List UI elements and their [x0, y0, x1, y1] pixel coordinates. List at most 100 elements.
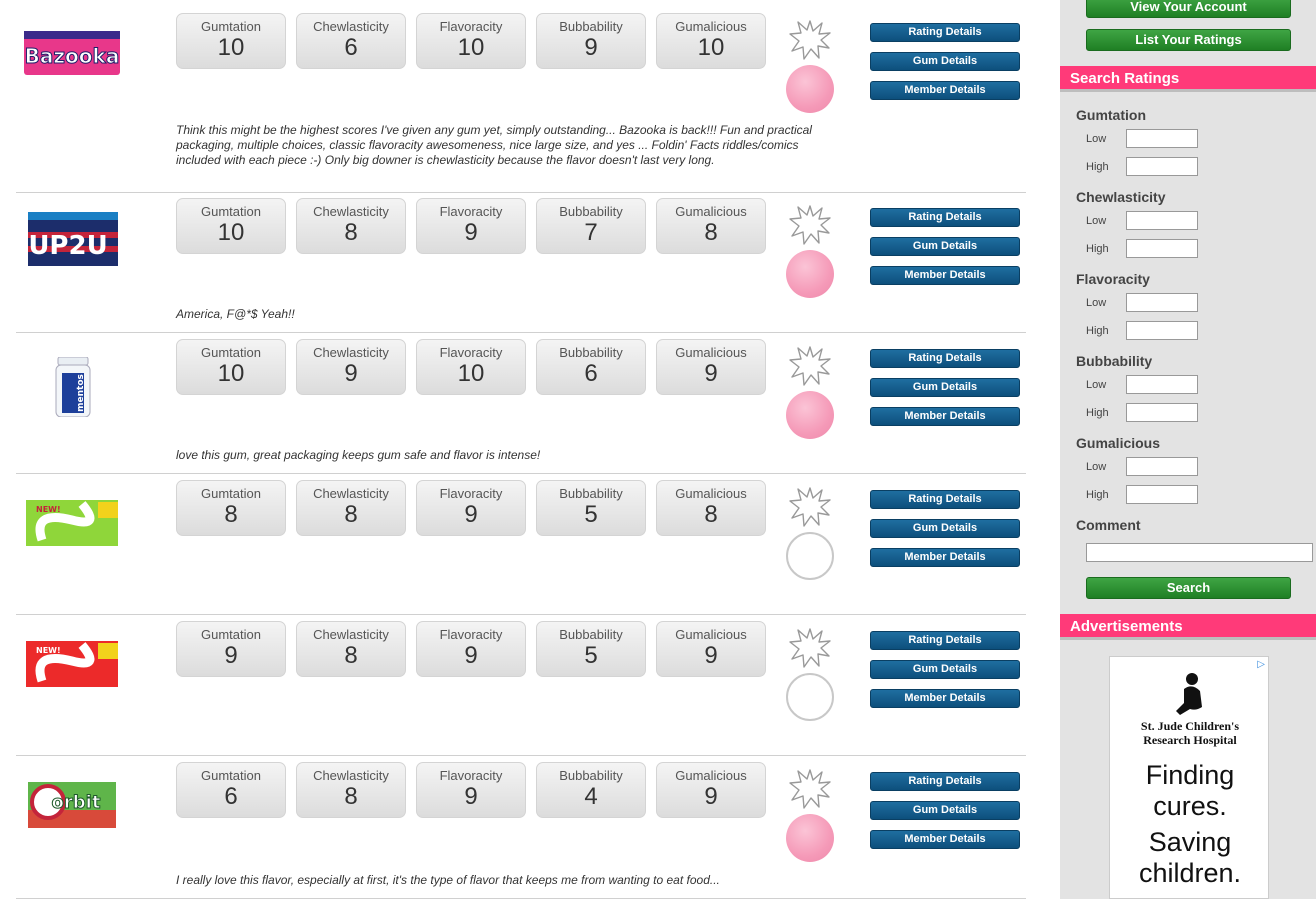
gum-details-button[interactable]: Gum Details — [870, 237, 1020, 256]
criterion-label: Chewlasticity — [1076, 189, 1166, 205]
stride-sour-patch-green-pack-image[interactable]: NEW! — [22, 490, 122, 550]
gumtation-value: 10 — [217, 219, 245, 246]
ad-organization: St. Jude Children's Research Hospital — [1110, 719, 1270, 747]
rating-row: UP2U Gumtation 10 Chewlasticity 8 Flavoracity… — [16, 198, 1026, 333]
gumalicious-score: Gumalicious 9 — [656, 339, 766, 395]
member-details-button[interactable]: Member Details — [870, 81, 1020, 100]
gum-details-button[interactable]: Gum Details — [870, 519, 1020, 538]
flavoracity-label: Flavoracity — [439, 19, 503, 34]
high-input[interactable] — [1126, 157, 1198, 176]
flavoracity-value: 9 — [464, 783, 478, 810]
gum-image[interactable]: mentos — [20, 339, 124, 435]
gum-image[interactable]: orbit — [20, 770, 124, 834]
gumtation-value: 10 — [217, 360, 245, 387]
gum-image[interactable]: NEW! — [20, 629, 124, 693]
flavoracity-label: Flavoracity — [439, 627, 503, 642]
gumtation-score: Gumtation 10 — [176, 13, 286, 69]
chewlasticity-score: Chewlasticity 9 — [296, 339, 406, 395]
gumtation-value: 10 — [217, 34, 245, 61]
low-input[interactable] — [1126, 129, 1198, 148]
advertisement-banner[interactable]: ▷ St. Jude Children's Research Hospital … — [1109, 656, 1269, 899]
bubbability-score: Bubbability 5 — [536, 621, 646, 677]
member-details-button[interactable]: Member Details — [870, 548, 1020, 567]
high-label: High — [1086, 325, 1109, 337]
gumtation-label: Gumtation — [201, 768, 261, 783]
low-input[interactable] — [1126, 211, 1198, 230]
low-input[interactable] — [1126, 293, 1198, 312]
gum-details-button[interactable]: Gum Details — [870, 660, 1020, 679]
flavoracity-value: 9 — [464, 219, 478, 246]
chewlasticity-label: Chewlasticity — [313, 627, 389, 642]
low-input[interactable] — [1126, 375, 1198, 394]
rating-comment: love this gum, great packaging keeps gum… — [176, 448, 541, 462]
bubbability-value: 5 — [584, 642, 598, 669]
bazooka-gum-pack-image[interactable]: Bazooka — [22, 23, 122, 83]
sidebar: View Your Account List Your Ratings Sear… — [1060, 0, 1316, 899]
search-button[interactable]: Search — [1086, 577, 1291, 599]
rating-row: NEW! Gumtation 8 Chewlasticity 8 Flavoracity 9… — [16, 480, 1026, 615]
bubbability-score: Bubbability 7 — [536, 198, 646, 254]
gum-details-button[interactable]: Gum Details — [870, 52, 1020, 71]
chewlasticity-score: Chewlasticity 8 — [296, 480, 406, 536]
low-label: Low — [1086, 379, 1107, 391]
bubble-icon — [786, 814, 834, 862]
comment-label: Comment — [1076, 517, 1141, 533]
high-input[interactable] — [1126, 321, 1198, 340]
gumalicious-score: Gumalicious 8 — [656, 198, 766, 254]
chewlasticity-score: Chewlasticity 8 — [296, 198, 406, 254]
bubbability-value: 7 — [584, 219, 598, 246]
flavoracity-value: 9 — [464, 501, 478, 528]
member-details-button[interactable]: Member Details — [870, 689, 1020, 708]
gumalicious-value: 8 — [704, 219, 718, 246]
gumalicious-label: Gumalicious — [675, 19, 747, 34]
chewlasticity-score: Chewlasticity 8 — [296, 762, 406, 818]
gumtation-label: Gumtation — [201, 627, 261, 642]
ad-choices-icon[interactable]: ▷ — [1257, 659, 1265, 670]
flavoracity-label: Flavoracity — [439, 486, 503, 501]
gumtation-score: Gumtation 10 — [176, 198, 286, 254]
high-input[interactable] — [1126, 485, 1198, 504]
bubbability-score: Bubbability 4 — [536, 762, 646, 818]
chewlasticity-label: Chewlasticity — [313, 486, 389, 501]
rating-details-button[interactable]: Rating Details — [870, 490, 1020, 509]
view-account-button[interactable]: View Your Account — [1086, 0, 1291, 18]
gumtation-label: Gumtation — [201, 345, 261, 360]
high-input[interactable] — [1126, 239, 1198, 258]
high-input[interactable] — [1126, 403, 1198, 422]
gumalicious-score: Gumalicious 9 — [656, 621, 766, 677]
rating-details-button[interactable]: Rating Details — [870, 208, 1020, 227]
chewlasticity-label: Chewlasticity — [313, 19, 389, 34]
list-ratings-button[interactable]: List Your Ratings — [1086, 29, 1291, 51]
orbit-gum-pack-image[interactable]: orbit — [22, 772, 122, 832]
member-details-button[interactable]: Member Details — [870, 407, 1020, 426]
member-details-button[interactable]: Member Details — [870, 266, 1020, 285]
stride-sour-patch-red-pack-image[interactable]: NEW! — [22, 631, 122, 691]
bubbability-score: Bubbability 5 — [536, 480, 646, 536]
low-label: Low — [1086, 461, 1107, 473]
splat-icon — [789, 487, 831, 527]
gum-image[interactable]: Bazooka — [20, 21, 124, 85]
comment-search-input[interactable] — [1086, 543, 1313, 562]
gumtation-score: Gumtation 9 — [176, 621, 286, 677]
high-label: High — [1086, 489, 1109, 501]
ad-org-line2: Research Hospital — [1143, 733, 1237, 747]
rating-details-button[interactable]: Rating Details — [870, 349, 1020, 368]
gum-image[interactable]: UP2U — [20, 206, 124, 270]
rating-details-button[interactable]: Rating Details — [870, 772, 1020, 791]
mentos-up2u-gum-pack-image[interactable]: UP2U — [22, 208, 122, 268]
gum-image[interactable]: NEW! — [20, 488, 124, 552]
low-input[interactable] — [1126, 457, 1198, 476]
gum-details-button[interactable]: Gum Details — [870, 378, 1020, 397]
gumalicious-score: Gumalicious 9 — [656, 762, 766, 818]
mentos-pure-gum-bottle-image[interactable]: mentos — [22, 357, 122, 417]
rating-row: NEW! Gumtation 9 Chewlasticity 8 Flavoracity 9… — [16, 621, 1026, 756]
gumalicious-label: Gumalicious — [675, 204, 747, 219]
member-details-button[interactable]: Member Details — [870, 830, 1020, 849]
bubbability-value: 9 — [584, 34, 598, 61]
chewlasticity-value: 8 — [344, 219, 358, 246]
rating-row: mentos Gumtation 10 Chewlasticity 9 Flavoraci… — [16, 339, 1026, 474]
splat-icon — [789, 769, 831, 809]
rating-details-button[interactable]: Rating Details — [870, 631, 1020, 650]
gum-details-button[interactable]: Gum Details — [870, 801, 1020, 820]
rating-details-button[interactable]: Rating Details — [870, 23, 1020, 42]
